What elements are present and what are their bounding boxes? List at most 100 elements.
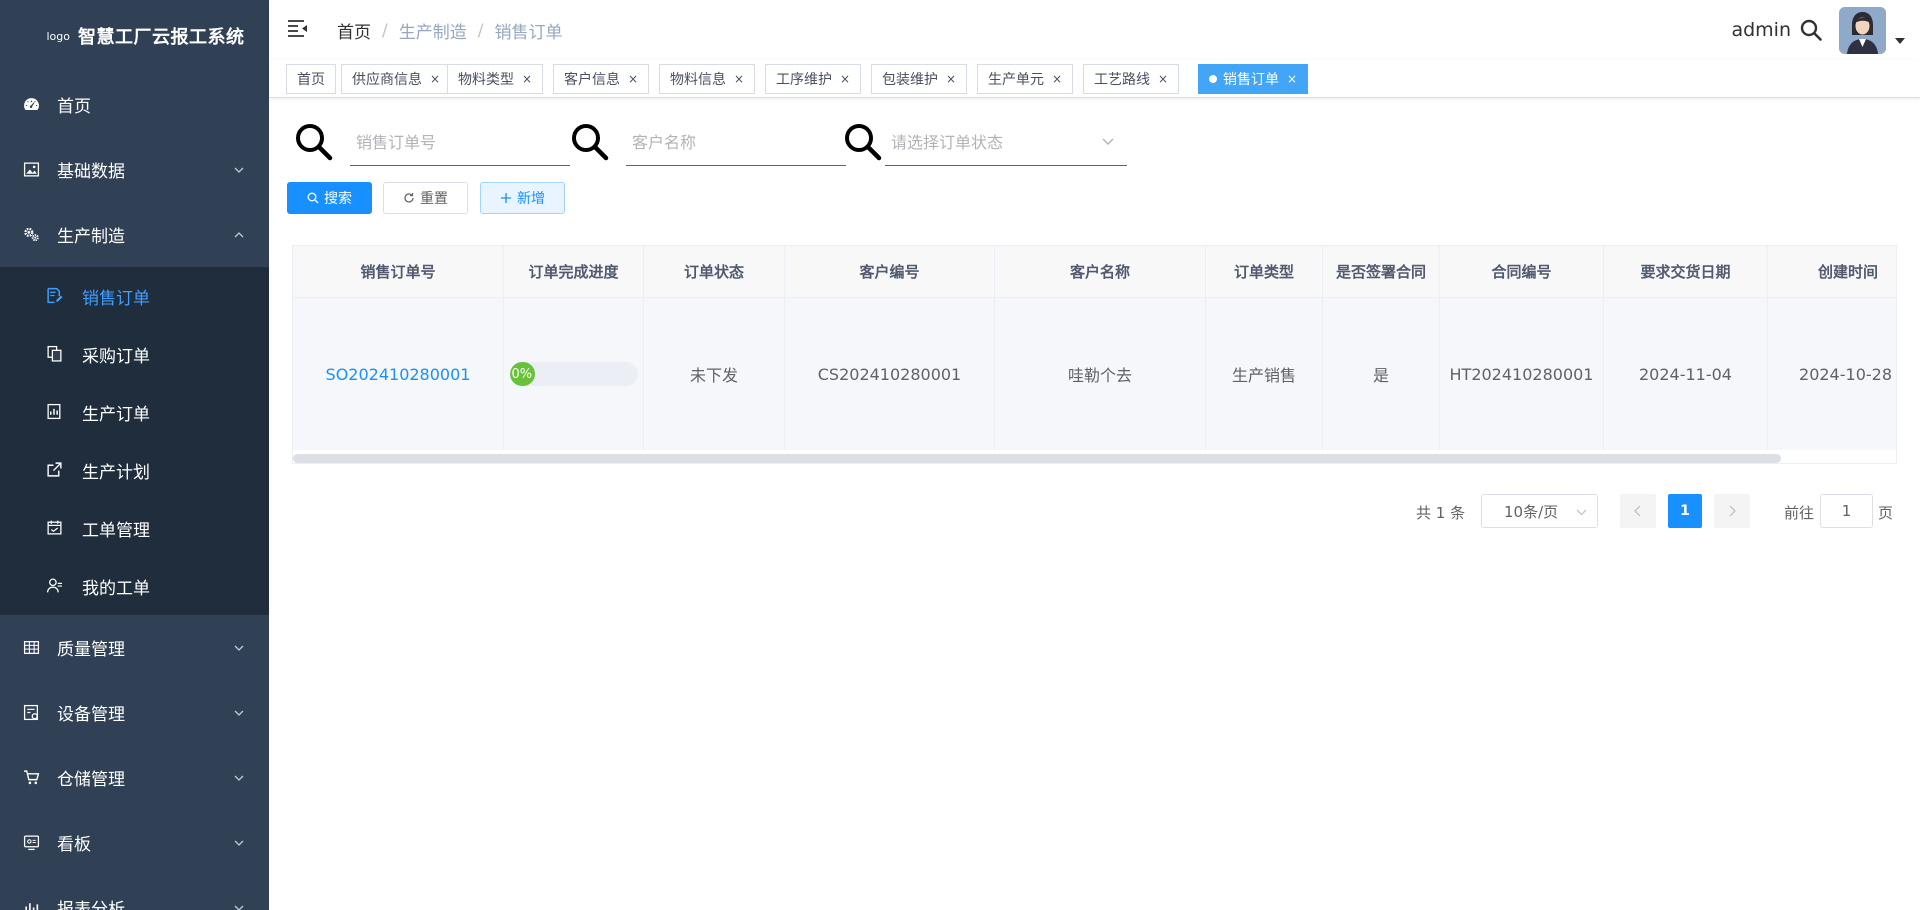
tag-supplier-info[interactable]: 供应商信息 × [341,64,452,94]
tag-label: 销售订单 [1223,72,1279,88]
pagination: 共 1 条 10条/页 1 前往 1 页 [0,494,1920,528]
prev-page-button[interactable] [1620,494,1656,528]
cell-contract-no: HT202410280001 [1440,298,1604,450]
sidebar-item-label: 设备管理 [57,705,125,725]
close-icon[interactable]: × [1052,72,1062,86]
close-icon[interactable]: × [734,72,744,86]
cell-order-no[interactable]: SO202410280001 [293,298,504,450]
sidebar-item-production[interactable]: 生产制造 [0,202,269,267]
sidebar-item-warehouse[interactable]: 仓储管理 [0,745,269,810]
sidebar-item-sales-order[interactable]: 销售订单 [0,267,269,325]
image-icon [22,161,40,179]
tag-label: 工序维护 [776,72,832,88]
search-icon [845,124,882,161]
cell-customer-name: 哇勒个去 [995,298,1206,450]
order-status-input[interactable] [885,120,1127,164]
sidebar-item-label: 质量管理 [57,640,125,660]
avatar[interactable] [1839,6,1886,54]
tag-process-maintenance[interactable]: 工序维护 × [765,64,862,94]
hamburger-icon[interactable] [287,18,309,40]
tag-production-unit[interactable]: 生产单元 × [977,64,1074,94]
reset-button-label: 重置 [420,191,448,207]
sidebar-item-reports[interactable]: 报表分析 [0,875,269,910]
sidebar-item-dashboard[interactable]: 看板 [0,810,269,875]
cart-icon [22,769,40,787]
sidebar-item-quality[interactable]: 质量管理 [0,615,269,680]
col-header-created[interactable]: 创建时间 [1768,246,1896,297]
chevron-down-icon [234,840,244,846]
sidebar-item-basic-data[interactable]: 基础数据 [0,137,269,202]
col-header-delivery-date[interactable]: 要求交货日期 [1604,246,1768,297]
col-header-contract-no[interactable]: 合同编号 [1440,246,1604,297]
close-icon[interactable]: × [946,72,956,86]
close-icon[interactable]: × [628,72,638,86]
reset-button[interactable]: 重置 [383,182,468,214]
chart-icon [22,899,40,910]
active-dot [1209,75,1217,83]
sidebar-item-home[interactable]: 首页 [0,72,269,137]
col-header-order-no[interactable]: 销售订单号 [293,246,504,297]
col-header-signed[interactable]: 是否签署合同 [1323,246,1440,297]
close-icon[interactable]: × [522,72,532,86]
caret-down-icon[interactable] [1894,36,1906,46]
horizontal-scrollbar[interactable] [293,454,1896,463]
sidebar-logo: logo 智慧工厂云报工系统 [0,0,269,72]
tag-label: 客户信息 [564,72,620,88]
search-icon [572,124,609,161]
tag-customer-info[interactable]: 客户信息 × [553,64,650,94]
chevron-down-icon [1576,509,1587,516]
sidebar-item-purchase-order[interactable]: 采购订单 [0,325,269,383]
col-header-customer-code[interactable]: 客户编号 [785,246,995,297]
app-title: 智慧工厂云报工系统 [78,27,245,48]
tag-packaging-maintenance[interactable]: 包装维护 × [871,64,968,94]
table-row[interactable]: SO202410280001 20% 未下发 CS202410280001 哇勒… [293,298,1896,450]
cell-status: 未下发 [644,298,785,450]
col-header-customer-name[interactable]: 客户名称 [995,246,1206,297]
scrollbar-thumb[interactable] [293,454,1781,463]
chevron-down-icon [234,167,244,173]
col-header-progress[interactable]: 订单完成进度 [504,246,644,297]
page-number-current[interactable]: 1 [1668,494,1702,528]
cell-progress: 20% [504,298,644,450]
search-icon[interactable] [1799,18,1823,42]
order-no-search [294,120,570,166]
plus-icon [501,193,511,203]
order-no-input[interactable] [350,120,570,164]
sidebar-item-production-plan[interactable]: 生产计划 [0,441,269,499]
goto-page-input[interactable]: 1 [1820,494,1873,528]
tag-material-type[interactable]: 物料类型 × [447,64,544,94]
status-search [843,120,1128,166]
add-button[interactable]: 新增 [480,182,565,214]
tag-process-route[interactable]: 工艺路线 × [1083,64,1180,94]
cell-order-type: 生产销售 [1206,298,1323,450]
cell-signed: 是 [1323,298,1440,450]
tag-sales-order[interactable]: 销售订单 × [1198,64,1309,94]
col-header-status[interactable]: 订单状态 [644,246,785,297]
search-button[interactable]: 搜索 [287,182,372,214]
customer-name-input[interactable] [626,120,846,164]
col-header-order-type[interactable]: 订单类型 [1206,246,1323,297]
tag-material-info[interactable]: 物料信息 × [659,64,756,94]
cell-delivery-date: 2024-11-04 [1604,298,1768,450]
sidebar-item-equipment[interactable]: 设备管理 [0,680,269,745]
refresh-icon [404,193,414,203]
sidebar-item-my-work-order[interactable]: 我的工单 [0,557,269,615]
progress-bar: 20% [509,362,638,386]
close-icon[interactable]: × [1158,72,1168,86]
close-icon[interactable]: × [840,72,850,86]
tag-home[interactable]: 首页 [286,64,336,94]
sidebar-item-label: 首页 [57,97,91,117]
page-size-select[interactable]: 10条/页 [1481,494,1598,528]
sidebar-subitem-label: 我的工单 [82,578,150,599]
close-icon[interactable]: × [430,72,440,86]
close-icon[interactable]: × [1287,72,1297,86]
username: admin [1731,19,1791,41]
sidebar-item-production-order[interactable]: 生产订单 [0,383,269,441]
add-button-label: 新增 [517,191,545,207]
tag-label: 物料类型 [458,72,514,88]
order-status-select[interactable] [885,120,1127,166]
tag-label: 生产单元 [988,72,1044,88]
external-link-icon [46,461,64,479]
next-page-button[interactable] [1714,494,1750,528]
breadcrumb-home[interactable]: 首页 [337,18,371,43]
